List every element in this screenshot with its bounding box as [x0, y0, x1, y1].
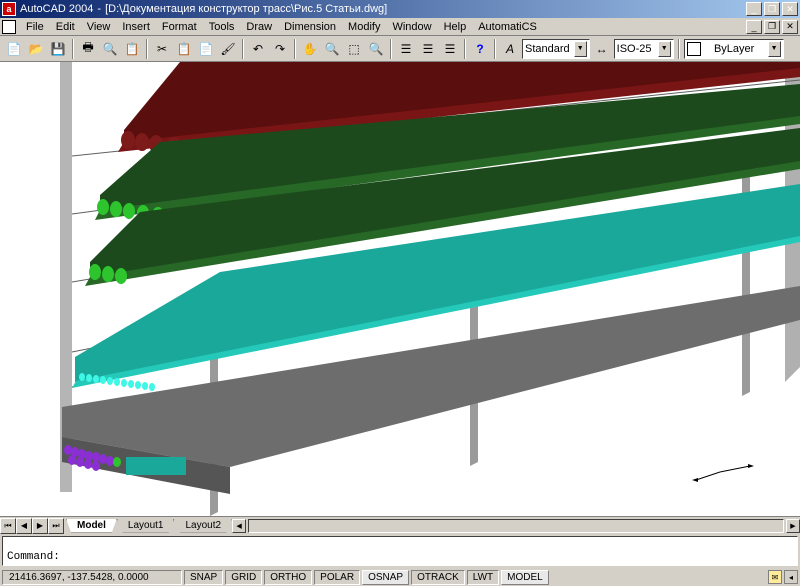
layout-tabs-row: ⏮ ◀ ▶ ⏭ Model Layout1 Layout2 ◀ ▶: [0, 516, 800, 534]
new-button[interactable]: 📄: [4, 39, 24, 59]
cut-button[interactable]: ✂: [152, 39, 172, 59]
ucs-icon: [692, 464, 754, 482]
tab-first-button[interactable]: ⏮: [0, 518, 16, 534]
grid-toggle[interactable]: GRID: [225, 570, 262, 585]
menu-help[interactable]: Help: [438, 20, 473, 34]
doc-close-button[interactable]: ✕: [782, 20, 798, 34]
menu-automatics[interactable]: AutomatiCS: [472, 20, 543, 34]
dim-style-button[interactable]: ↔: [592, 39, 612, 59]
command-line[interactable]: Command:: [2, 536, 798, 566]
menu-format[interactable]: Format: [156, 20, 203, 34]
snap-toggle[interactable]: SNAP: [184, 570, 223, 585]
menu-view[interactable]: View: [81, 20, 117, 34]
model-3d-view: [0, 62, 800, 516]
menu-draw[interactable]: Draw: [240, 20, 278, 34]
tool-palettes-button[interactable]: ☰: [440, 39, 460, 59]
paste-button[interactable]: 📄: [196, 39, 216, 59]
tab-next-button[interactable]: ▶: [32, 518, 48, 534]
standard-toolbar: 📄 📂 💾 🖶 🔍 📋 ✂ 📋 📄 🖌 ↶ ↷ ✋ 🔍 ⬚ 🔍 ☰ ☰ ☰ ? …: [0, 36, 800, 62]
redo-button[interactable]: ↷: [270, 39, 290, 59]
minimize-button[interactable]: _: [746, 2, 762, 16]
print-preview-button[interactable]: 🔍: [100, 39, 120, 59]
doc-restore-button[interactable]: ❐: [764, 20, 780, 34]
dropdown-arrow-icon: ▼: [658, 41, 671, 57]
zoom-realtime-button[interactable]: 🔍: [322, 39, 342, 59]
help-button[interactable]: ?: [470, 39, 490, 59]
undo-button[interactable]: ↶: [248, 39, 268, 59]
menu-file[interactable]: File: [20, 20, 50, 34]
save-button[interactable]: 💾: [48, 39, 68, 59]
otrack-toggle[interactable]: OTRACK: [411, 570, 465, 585]
dropdown-arrow-icon: ▼: [768, 41, 781, 57]
copy-button[interactable]: 📋: [174, 39, 194, 59]
text-style-combo[interactable]: Standard ▼: [522, 39, 590, 59]
document-icon: [2, 20, 16, 34]
tray-toggle-icon[interactable]: ◂: [784, 570, 798, 584]
zoom-window-button[interactable]: ⬚: [344, 39, 364, 59]
polar-toggle[interactable]: POLAR: [314, 570, 360, 585]
titlebar: a AutoCAD 2004 - [D:\Документация констр…: [0, 0, 800, 18]
drawing-viewport[interactable]: [0, 62, 800, 516]
menu-dimension[interactable]: Dimension: [278, 20, 342, 34]
close-button[interactable]: ✕: [782, 2, 798, 16]
text-style-button[interactable]: A: [500, 39, 520, 59]
match-properties-button[interactable]: 🖌: [218, 39, 238, 59]
hscroll-track[interactable]: [248, 519, 784, 533]
text-style-value: Standard: [525, 43, 570, 55]
osnap-toggle[interactable]: OSNAP: [362, 570, 409, 585]
tab-model[interactable]: Model: [66, 519, 117, 533]
publish-button[interactable]: 📋: [122, 39, 142, 59]
doc-minimize-button[interactable]: _: [746, 20, 762, 34]
command-prompt: Command:: [7, 551, 60, 563]
tab-layout2[interactable]: Layout2: [174, 519, 232, 533]
dropdown-arrow-icon: ▼: [574, 41, 587, 57]
title-doc: [D:\Документация конструктор трасс\Рис.5…: [105, 3, 387, 15]
dim-style-value: ISO-25: [617, 43, 652, 55]
tab-last-button[interactable]: ⏭: [48, 518, 64, 534]
hscroll-left-button[interactable]: ◀: [232, 519, 246, 533]
app-icon: a: [2, 2, 16, 16]
menu-modify[interactable]: Modify: [342, 20, 386, 34]
maximize-button[interactable]: ❐: [764, 2, 780, 16]
ortho-toggle[interactable]: ORTHO: [264, 570, 312, 585]
title-sep: -: [97, 3, 101, 15]
print-button[interactable]: 🖶: [78, 39, 98, 59]
title-app: AutoCAD 2004: [20, 3, 93, 15]
coordinate-display[interactable]: 21416.3697, -137.5428, 0.0000: [2, 570, 182, 585]
hscroll-right-button[interactable]: ▶: [786, 519, 800, 533]
color-swatch-icon: [687, 42, 701, 56]
statusbar: 21416.3697, -137.5428, 0.0000 SNAP GRID …: [0, 568, 800, 586]
lwt-toggle[interactable]: LWT: [467, 570, 499, 585]
dim-style-combo[interactable]: ISO-25 ▼: [614, 39, 674, 59]
properties-button[interactable]: ☰: [396, 39, 416, 59]
design-center-button[interactable]: ☰: [418, 39, 438, 59]
open-button[interactable]: 📂: [26, 39, 46, 59]
model-toggle[interactable]: MODEL: [501, 570, 549, 585]
layer-color-value: ByLayer: [714, 43, 754, 55]
menubar: File Edit View Insert Format Tools Draw …: [0, 18, 800, 36]
menu-edit[interactable]: Edit: [50, 20, 81, 34]
menu-tools[interactable]: Tools: [203, 20, 241, 34]
tab-layout1[interactable]: Layout1: [117, 519, 175, 533]
pan-button[interactable]: ✋: [300, 39, 320, 59]
tab-prev-button[interactable]: ◀: [16, 518, 32, 534]
menu-window[interactable]: Window: [386, 20, 437, 34]
zoom-previous-button[interactable]: 🔍: [366, 39, 386, 59]
menu-insert[interactable]: Insert: [116, 20, 156, 34]
layer-color-combo[interactable]: ByLayer ▼: [684, 39, 784, 59]
communication-center-icon[interactable]: ✉: [768, 570, 782, 584]
